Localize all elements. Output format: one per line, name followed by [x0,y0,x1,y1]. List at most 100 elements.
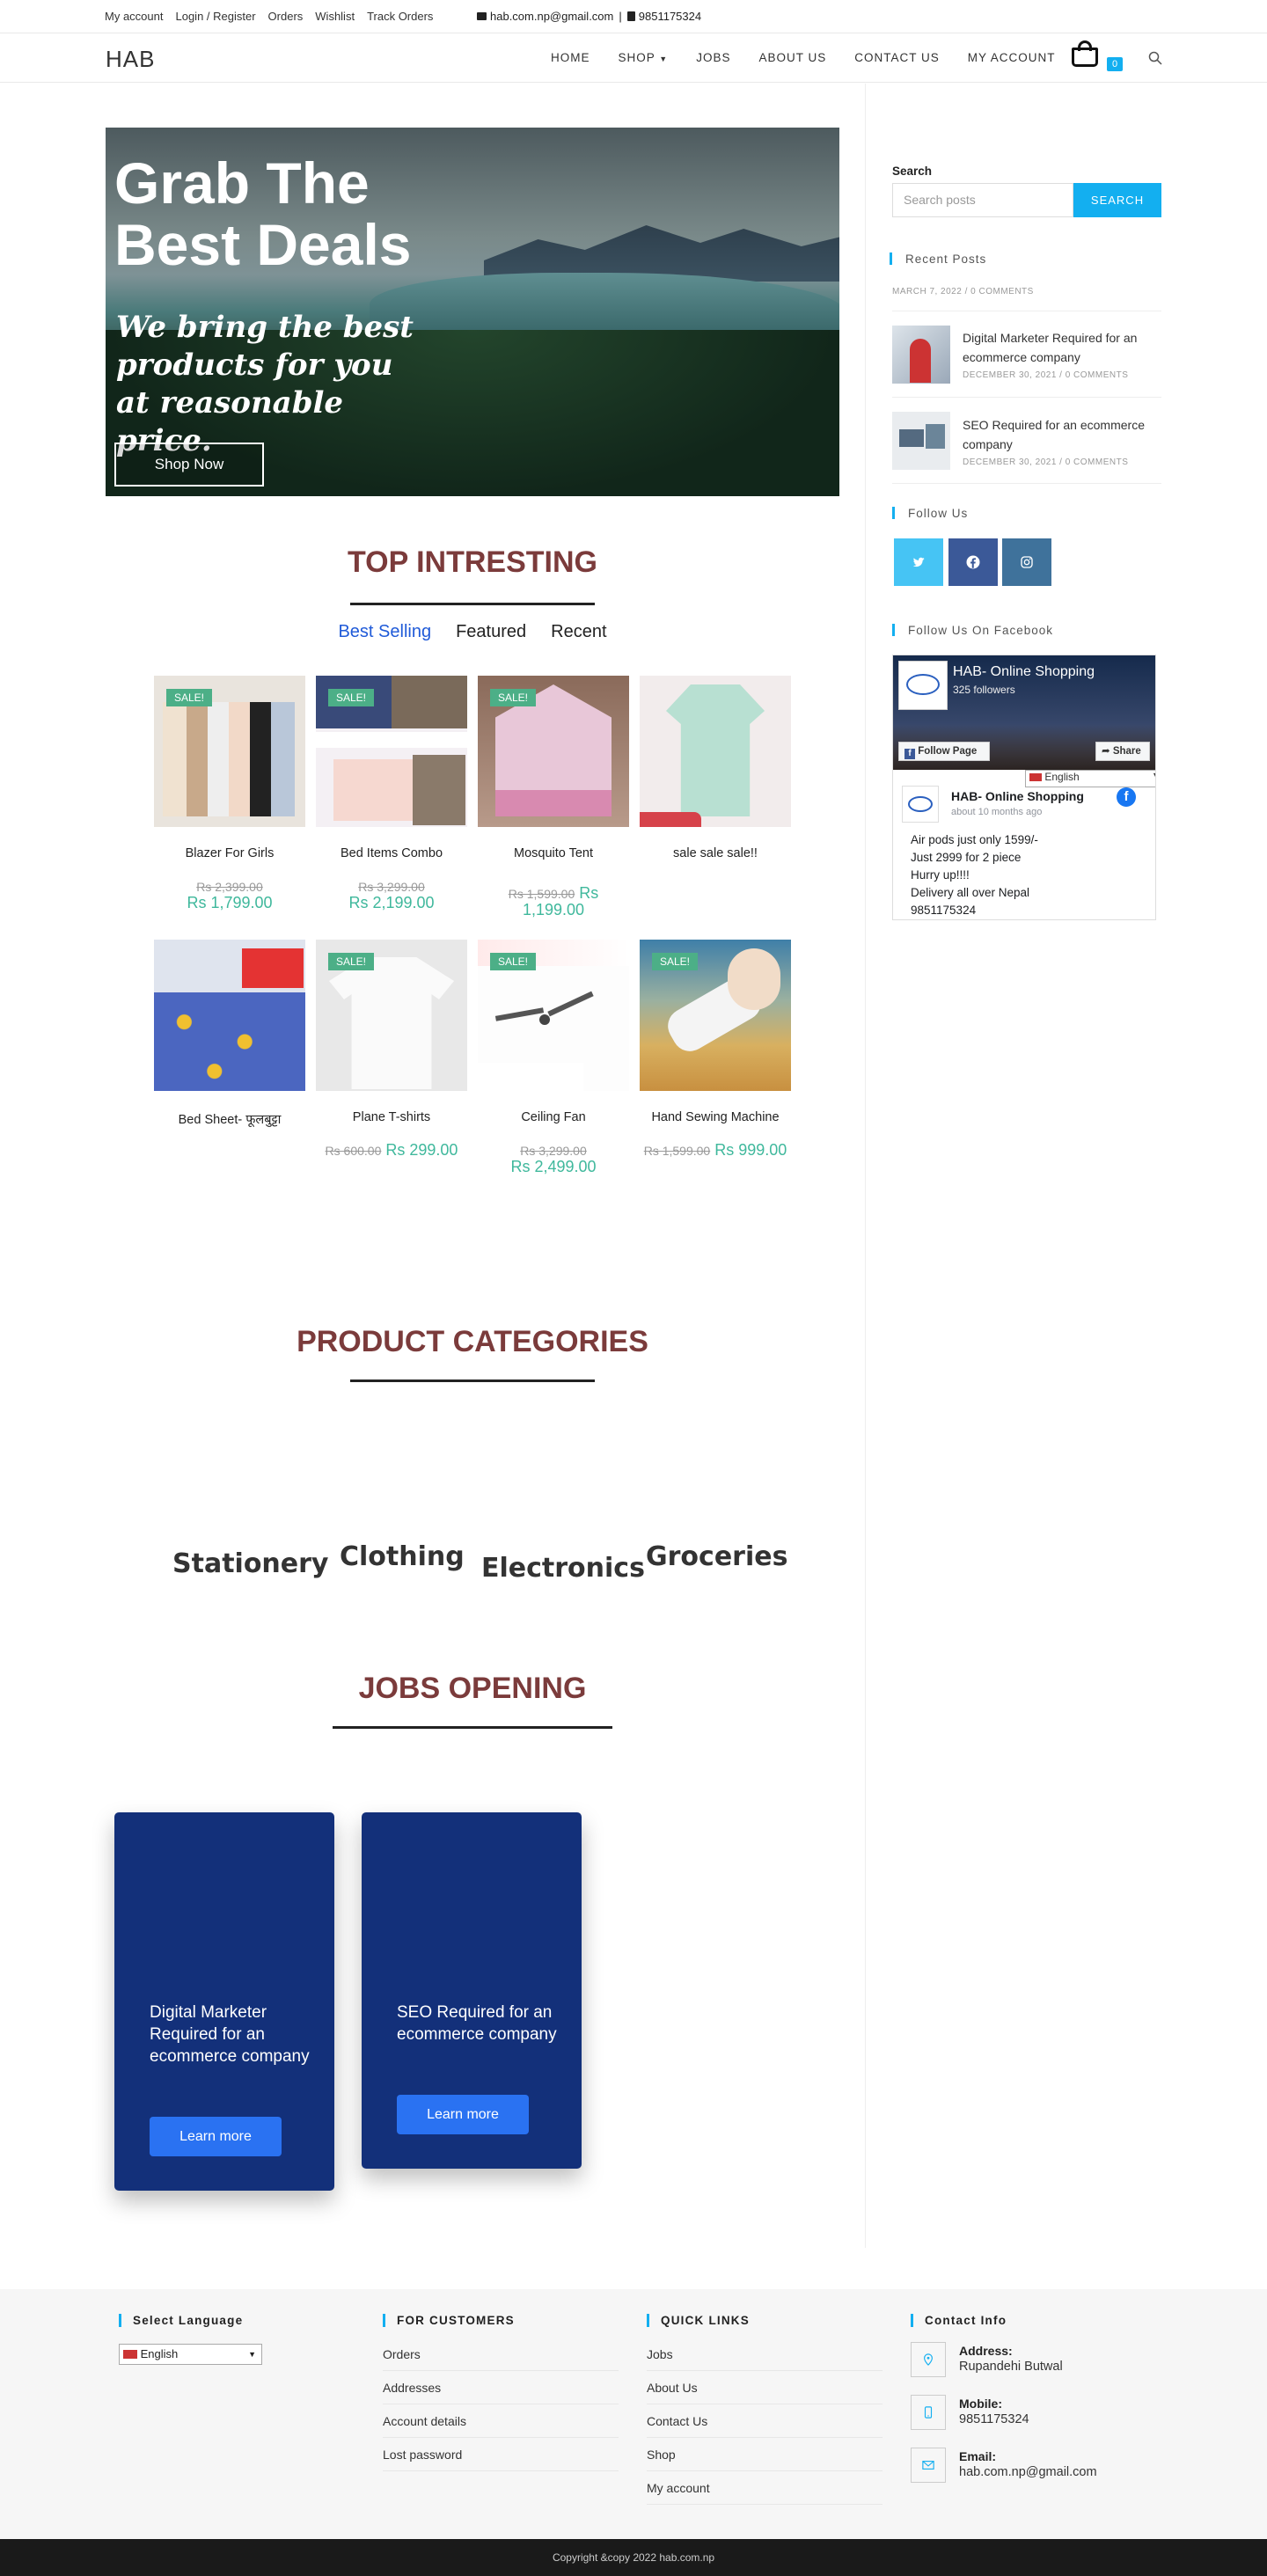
post-thumbnail[interactable] [892,412,950,470]
product-card[interactable]: SALE! Plane T-shirts Rs 600.00 Rs 299.00 [316,940,467,1159]
product-card[interactable]: SALE! Ceiling Fan Rs 3,299.00 Rs 2,499.00 [478,940,629,1175]
shop-now-button[interactable]: Shop Now [114,443,264,487]
product-card[interactable]: SALE! Mosquito Tent Rs 1,599.00 Rs 1,199… [478,676,629,918]
product-name[interactable]: Bed Items Combo [316,846,467,860]
title-underline [350,603,595,605]
fb-post-author[interactable]: HAB- Online Shopping [951,789,1084,803]
category-stationery[interactable]: Stationery [172,1548,328,1579]
facebook-button[interactable] [948,538,998,586]
nav-contact-us[interactable]: CONTACT US [840,51,954,64]
product-name[interactable]: sale sale sale!! [640,846,791,860]
footer-link-jobs[interactable]: Jobs [647,2347,883,2371]
category-clothing[interactable]: Clothing [340,1541,465,1572]
product-image[interactable] [640,676,791,827]
product-card[interactable]: sale sale sale!! [640,676,791,860]
footer-link-about-us[interactable]: About Us [647,2381,883,2404]
product-image[interactable] [154,940,305,1091]
product-card[interactable]: Bed Sheet- फूलबुट्टा [154,940,305,1128]
product-name[interactable]: Ceiling Fan [478,1110,629,1124]
site-logo[interactable]: HAB [106,46,155,73]
title-underline [333,1726,612,1729]
product-image[interactable]: SALE! [316,940,467,1091]
chevron-down-icon: ▼ [1152,771,1155,779]
nav-home[interactable]: HOME [537,51,604,64]
tab-recent[interactable]: Recent [551,622,606,642]
facebook-page-widget[interactable]: HAB- Online Shopping 325 followers f Fol… [892,655,1156,920]
footer-link-addresses[interactable]: Addresses [383,2381,619,2404]
category-groceries[interactable]: Groceries [646,1541,787,1572]
sale-badge: SALE! [490,689,537,706]
product-card[interactable]: SALE! Hand Sewing Machine Rs 1,599.00 Rs… [640,940,791,1159]
fb-page-name[interactable]: HAB- Online Shopping [953,664,1095,680]
instagram-button[interactable] [1002,538,1051,586]
email-value[interactable]: hab.com.np@gmail.com [959,2465,1097,2479]
product-categories-title: PRODUCT CATEGORIES [297,1325,648,1358]
job-title[interactable]: Digital Marketer Required for an ecommer… [150,2002,317,2067]
search-button[interactable]: SEARCH [1073,183,1161,217]
location-icon [911,2342,946,2377]
old-price: Rs 1,599.00 [508,887,575,901]
twitter-button[interactable] [894,538,943,586]
facebook-icon: f [904,749,915,759]
category-electronics[interactable]: Electronics [481,1553,645,1584]
top-link-my-account[interactable]: My account [105,10,163,23]
top-link-orders[interactable]: Orders [268,10,304,23]
jobs-opening-title: JOBS OPENING [358,1672,587,1705]
product-name[interactable]: Plane T-shirts [316,1110,467,1124]
product-card[interactable]: SALE! Bed Items Combo Rs 3,299.00 Rs 2,19… [316,676,467,911]
product-image[interactable]: SALE! [154,676,305,827]
old-price: Rs 600.00 [325,1144,382,1158]
nav-shop[interactable]: SHOP ▼ [604,51,683,64]
top-link-track-orders[interactable]: Track Orders [367,10,433,23]
chevron-down-icon: ▼ [659,55,669,63]
product-image[interactable]: SALE! [640,940,791,1091]
recent-post-title[interactable]: Digital Marketer Required for an ecommer… [963,328,1161,367]
product-card[interactable]: SALE! Blazer For Girls Rs 2,399.00 Rs 1,7… [154,676,305,911]
learn-more-button[interactable]: Learn more [397,2095,529,2134]
job-card[interactable]: Digital Marketer Required for an ecommer… [114,1812,334,2191]
nav-about-us[interactable]: ABOUT US [744,51,840,64]
footer-link-my-account[interactable]: My account [647,2481,883,2505]
job-title[interactable]: SEO Required for an ecommerce company [397,2002,564,2045]
product-image[interactable]: SALE! [478,676,629,827]
email-icon [911,2448,946,2483]
tab-best-selling[interactable]: Best Selling [338,622,431,642]
footer-link-contact-us[interactable]: Contact Us [647,2414,883,2438]
fb-follow-page-button[interactable]: f Follow Page [898,742,990,761]
fb-share-button[interactable]: ➦ Share [1095,742,1150,761]
cart-count: 0 [1107,57,1123,71]
learn-more-button[interactable]: Learn more [150,2117,282,2156]
tab-featured[interactable]: Featured [456,622,526,642]
cart-button[interactable]: 0 [1070,40,1123,72]
top-phone[interactable]: 9851175324 [639,10,701,23]
mobile-value[interactable]: 9851175324 [959,2412,1029,2426]
nav-jobs[interactable]: JOBS [682,51,744,64]
footer-link-lost-password[interactable]: Lost password [383,2448,619,2471]
post-thumbnail[interactable] [892,326,950,384]
language-select[interactable]: English ▼ [119,2344,262,2365]
search-icon[interactable] [1148,51,1162,65]
fb-language-select[interactable]: English ▼ [1025,770,1155,787]
product-name[interactable]: Bed Sheet- फूलबुट्टा [154,1110,305,1128]
footer-link-shop[interactable]: Shop [647,2448,883,2471]
sale-price: Rs 999.00 [714,1141,787,1159]
product-name[interactable]: Mosquito Tent [478,846,629,860]
product-image[interactable]: SALE! [478,940,629,1091]
top-email[interactable]: hab.com.np@gmail.com [490,10,613,23]
recent-post-title[interactable]: SEO Required for an ecommerce company [963,415,1161,454]
sale-badge: SALE! [328,953,375,970]
search-input[interactable]: Search posts [892,183,1073,217]
product-name[interactable]: Hand Sewing Machine [640,1110,791,1124]
top-link-login[interactable]: Login / Register [175,10,255,23]
nav-my-account[interactable]: MY ACCOUNT [954,51,1070,64]
footer-link-orders[interactable]: Orders [383,2347,619,2371]
footer-link-account-details[interactable]: Account details [383,2414,619,2438]
job-card[interactable]: SEO Required for an ecommerce company Le… [362,1812,582,2169]
fb-post-time[interactable]: about 10 months ago [951,807,1042,817]
product-name[interactable]: Blazer For Girls [154,846,305,860]
product-image[interactable]: SALE! [316,676,467,827]
top-link-wishlist[interactable]: Wishlist [315,10,355,23]
phone-icon [626,11,635,21]
sale-price: Rs 2,199.00 [348,894,435,911]
fb-page-avatar[interactable] [898,661,948,710]
